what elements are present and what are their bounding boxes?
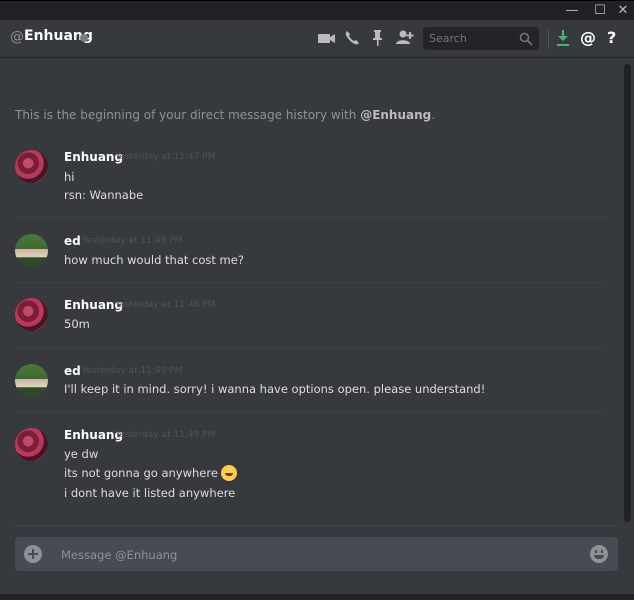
help-icon[interactable]: ? — [607, 28, 627, 48]
emoji-picker-icon[interactable] — [590, 545, 608, 563]
avatar[interactable] — [15, 428, 48, 461]
message-input[interactable] — [59, 537, 583, 573]
avatar[interactable] — [15, 298, 48, 331]
message-author[interactable]: ed — [64, 364, 81, 378]
pin-icon[interactable] — [371, 28, 391, 48]
message-author[interactable]: ed — [64, 234, 81, 248]
status-indicator — [80, 34, 88, 42]
intro-prefix: This is the beginning of your direct mes… — [15, 108, 361, 122]
upload-plus-icon[interactable] — [24, 545, 42, 563]
avatar[interactable] — [15, 150, 48, 183]
message-text: i dont have it listed anywhere — [64, 486, 236, 500]
message-timestamp: Yesterday at 11:48 PM — [115, 300, 216, 310]
search-input[interactable] — [423, 27, 523, 50]
avatar[interactable] — [15, 364, 48, 397]
message-text: how much would that cost me? — [64, 253, 244, 267]
intro-suffix: . — [431, 108, 436, 122]
add-friend-icon[interactable] — [395, 28, 415, 48]
message-timestamp: Yesterday at 11:49 PM — [115, 430, 216, 440]
message-text: its not gonna go anywhere — [64, 466, 218, 480]
dm-header: @ Enhuang @ ? — [0, 20, 634, 58]
window-titlebar: — ☐ ✕ — [0, 0, 634, 20]
message-divider — [15, 412, 607, 413]
message-divider — [15, 217, 607, 218]
window-bottom-edge — [0, 594, 634, 600]
message-text: hi — [64, 170, 75, 184]
video-call-icon[interactable] — [318, 28, 338, 48]
close-button[interactable]: ✕ — [613, 3, 633, 18]
grinning-face-icon — [220, 465, 237, 481]
message-timestamp: Yesterday at 11:48 PM — [82, 236, 183, 246]
search-box[interactable] — [423, 27, 539, 50]
dm-history-intro: This is the beginning of your direct mes… — [15, 108, 435, 122]
intro-handle[interactable]: @Enhuang — [360, 108, 431, 122]
mention-icon[interactable]: @ — [580, 28, 600, 48]
message-timestamp: Yesterday at 11:47 PM — [115, 152, 216, 162]
message-divider — [15, 347, 607, 348]
message-divider — [15, 282, 607, 283]
composer-divider — [15, 525, 619, 526]
message-text: rsn: Wannabe — [64, 188, 144, 202]
avatar[interactable] — [15, 234, 48, 267]
voice-call-icon[interactable] — [344, 28, 364, 48]
message-composer — [15, 537, 618, 573]
download-icon[interactable] — [555, 28, 575, 48]
scrollbar-thumb[interactable] — [624, 64, 631, 522]
minimize-button[interactable]: — — [562, 3, 582, 18]
at-symbol: @ — [10, 29, 24, 45]
message-text-with-emoji: its not gonna go anywhere — [64, 465, 237, 481]
search-icon — [519, 31, 533, 50]
header-divider — [548, 29, 549, 49]
message-text: 50m — [64, 317, 90, 331]
maximize-button[interactable]: ☐ — [590, 3, 610, 18]
message-timestamp: Yesterday at 11:49 PM — [82, 366, 183, 376]
message-text: I'll keep it in mind. sorry! i wanna hav… — [64, 382, 486, 396]
message-text: ye dw — [64, 447, 99, 461]
